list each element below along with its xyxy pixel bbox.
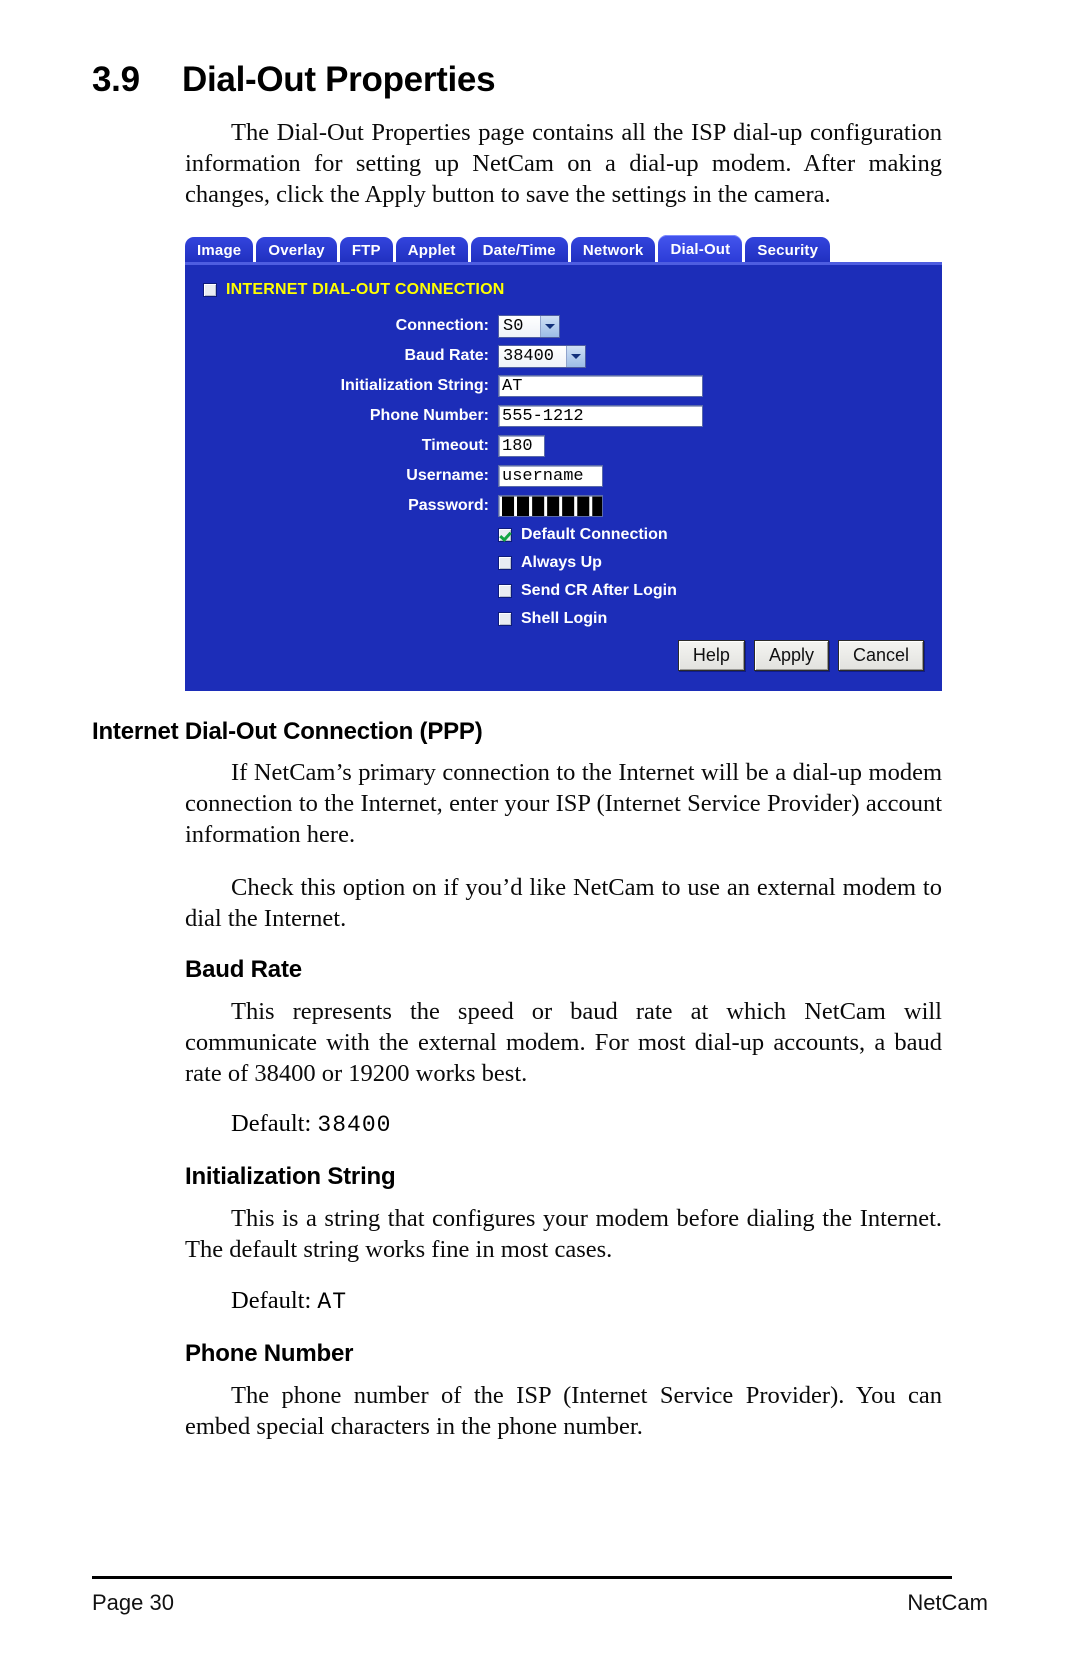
timeout-input[interactable]: 180 (498, 435, 545, 457)
default-baud-rate: Default: 38400 (231, 1110, 391, 1138)
initialization-string-label: Initialization String: (340, 377, 489, 394)
button-row: Help Apply Cancel (677, 640, 924, 671)
password-input[interactable]: █████████ (498, 495, 603, 517)
tab-overlay[interactable]: Overlay (256, 237, 337, 264)
tab-label: Date/Time (482, 242, 556, 259)
paragraph-initialization-string: This is a string that configures your mo… (185, 1205, 942, 1263)
tab-bar: Image Overlay FTP Applet Date/Time Netwo… (185, 233, 942, 264)
internet-dialout-connection-group: INTERNET DIAL-OUT CONNECTION (203, 281, 504, 299)
tab-label: FTP (351, 242, 381, 259)
tab-label: Security (757, 242, 819, 259)
connection-value: S0 (503, 316, 524, 336)
tab-label: Applet (407, 242, 456, 259)
subheading-baud-rate: Baud Rate (185, 956, 302, 983)
footer-divider (92, 1576, 952, 1579)
internet-dialout-connection-checkbox[interactable] (203, 283, 217, 297)
baud-rate-select[interactable]: 38400 (498, 344, 586, 368)
tab-ftp[interactable]: FTP (339, 237, 393, 264)
paragraph-ppp-1: If NetCam’s primary connection to the In… (185, 759, 942, 848)
baud-rate-value: 38400 (503, 346, 555, 366)
paragraph-baud-rate: This represents the speed or baud rate a… (185, 998, 942, 1087)
password-label: Password: (408, 497, 489, 514)
dialout-form: Connection: S0 Baud Rate: 38400 Initiali… (185, 311, 942, 633)
paragraph-ppp-2: Check this option on if you’d like NetCa… (185, 874, 942, 932)
username-label: Username: (406, 467, 489, 484)
manual-page: 3.9 Dial-Out Properties The Dial-Out Pro… (0, 0, 1080, 1669)
subheading-internet-dialout-connection: Internet Dial-Out Connection (PPP) (92, 718, 483, 745)
tab-label: Overlay (268, 242, 325, 259)
chevron-down-icon[interactable] (540, 315, 559, 337)
tab-dial-out[interactable]: Dial-Out (658, 235, 743, 264)
intro-paragraph: The Dial-Out Properties page contains al… (185, 119, 942, 208)
subheading-initialization-string: Initialization String (185, 1163, 396, 1190)
default-label: Default: (231, 1110, 312, 1137)
tab-label: Dial-Out (670, 241, 731, 258)
default-value: AT (317, 1289, 348, 1315)
default-label: Default: (231, 1287, 312, 1314)
checkbox-row-shell-login: Shell Login (185, 605, 942, 633)
dialout-panel: INTERNET DIAL-OUT CONNECTION Connection:… (185, 262, 942, 691)
field-row-phone-number: Phone Number: 555-1212 (185, 401, 942, 431)
field-row-timeout: Timeout: 180 (185, 431, 942, 461)
field-row-username: Username: username (185, 461, 942, 491)
field-row-initialization-string: Initialization String: AT (185, 371, 942, 401)
connection-select[interactable]: S0 (498, 314, 560, 338)
shell-login-checkbox[interactable] (498, 612, 512, 626)
section-title: Dial-Out Properties (182, 60, 496, 99)
phone-number-input[interactable]: 555-1212 (498, 405, 703, 427)
tab-applet[interactable]: Applet (395, 237, 468, 264)
section-number: 3.9 (92, 60, 140, 99)
apply-button[interactable]: Apply (753, 640, 829, 671)
help-button[interactable]: Help (677, 640, 745, 671)
chevron-down-icon[interactable] (566, 345, 585, 367)
username-input[interactable]: username (498, 465, 603, 487)
phone-number-label: Phone Number: (369, 407, 489, 424)
paragraph-phone-number: The phone number of the ISP (Internet Se… (185, 1382, 942, 1440)
footer-page-number: Page 30 (92, 1590, 174, 1615)
tab-label: Network (582, 242, 644, 259)
group-label: INTERNET DIAL-OUT CONNECTION (226, 281, 505, 298)
checkbox-row-default-connection: Default Connection (185, 521, 942, 549)
tab-security[interactable]: Security (745, 237, 831, 264)
shell-login-label: Shell Login (521, 610, 608, 627)
default-initialization-string: Default: AT (231, 1287, 347, 1315)
default-connection-label: Default Connection (521, 526, 668, 543)
always-up-checkbox[interactable] (498, 556, 512, 570)
connection-label: Connection: (395, 317, 489, 334)
always-up-label: Always Up (521, 554, 602, 571)
netcam-dialout-screenshot: Image Overlay FTP Applet Date/Time Netwo… (185, 233, 942, 691)
footer-product-name: NetCam (907, 1590, 988, 1615)
field-row-password: Password: █████████ (185, 491, 942, 521)
checkbox-row-always-up: Always Up (185, 549, 942, 577)
page-title: 3.9 Dial-Out Properties (92, 60, 952, 100)
tab-network[interactable]: Network (570, 237, 656, 264)
default-value: 38400 (317, 1112, 392, 1138)
field-row-baud-rate: Baud Rate: 38400 (185, 341, 942, 371)
subheading-phone-number: Phone Number (185, 1340, 354, 1367)
tab-label: Image (197, 242, 242, 259)
cancel-button[interactable]: Cancel (837, 640, 924, 671)
field-row-connection: Connection: S0 (185, 311, 942, 341)
baud-rate-label: Baud Rate: (404, 347, 489, 364)
default-connection-checkbox[interactable] (498, 528, 512, 542)
timeout-label: Timeout: (421, 437, 489, 454)
checkbox-row-send-cr-after-login: Send CR After Login (185, 577, 942, 605)
tab-datetime[interactable]: Date/Time (470, 237, 568, 264)
send-cr-after-login-label: Send CR After Login (521, 582, 677, 599)
initialization-string-input[interactable]: AT (498, 375, 703, 397)
tab-image[interactable]: Image (185, 237, 254, 264)
send-cr-after-login-checkbox[interactable] (498, 584, 512, 598)
